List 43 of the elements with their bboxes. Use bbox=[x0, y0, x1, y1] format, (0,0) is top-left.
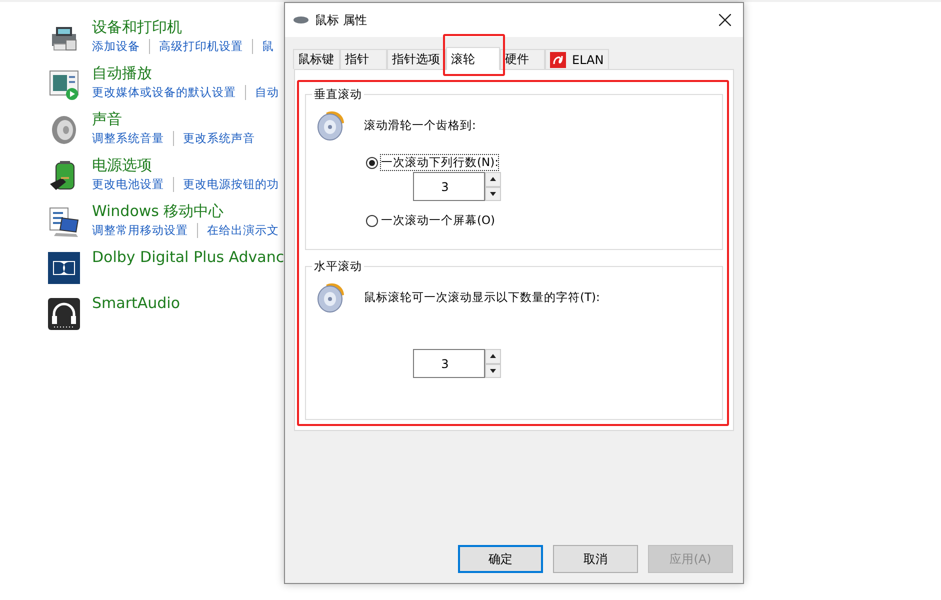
settings-link[interactable]: 更改系统声音 bbox=[173, 131, 264, 146]
group-heading: 垂直滚动 bbox=[312, 87, 364, 102]
tab[interactable]: 指针选项 bbox=[387, 49, 446, 69]
settings-link[interactable]: 调整常用移动设置 bbox=[92, 223, 197, 238]
mouse-icon bbox=[293, 16, 309, 24]
settings-link[interactable]: 调整系统音量 bbox=[92, 131, 173, 146]
category-title[interactable]: 声音 bbox=[92, 110, 264, 129]
prompt-text: 鼠标滚轮可一次滚动显示以下数量的字符(T): bbox=[364, 290, 600, 304]
tab[interactable]: 鼠标键 bbox=[293, 49, 340, 69]
tab[interactable]: 滚轮 bbox=[446, 47, 500, 70]
number-field[interactable]: 3 bbox=[413, 172, 485, 201]
autoplay-icon bbox=[48, 68, 80, 100]
category-title[interactable]: 电源选项 bbox=[92, 156, 284, 175]
category-title[interactable]: SmartAudio bbox=[92, 294, 180, 312]
group-heading: 水平滚动 bbox=[312, 259, 364, 274]
prompt-text: 滚动滑轮一个齿格到: bbox=[364, 118, 476, 132]
settings-link[interactable]: 更改媒体或设备的默认设置 bbox=[92, 85, 245, 100]
settings-link[interactable]: 添加设备 bbox=[92, 39, 149, 54]
spin-up-icon[interactable] bbox=[485, 172, 501, 186]
dialog-title: 鼠标 属性 bbox=[315, 12, 368, 28]
scroll-wheel-icon bbox=[316, 109, 346, 141]
settings-link[interactable]: 更改电池设置 bbox=[92, 177, 173, 192]
category-title[interactable]: 设备和打印机 bbox=[92, 18, 283, 37]
dialog-button[interactable]: 确定 bbox=[458, 545, 543, 573]
tab[interactable]: 指针 bbox=[340, 49, 387, 69]
dialog-button[interactable]: 取消 bbox=[553, 545, 638, 573]
number-field[interactable]: 3 bbox=[413, 349, 485, 378]
highlight-frame bbox=[443, 34, 505, 76]
radio-option[interactable]: 一次滚动下列行数(N): bbox=[366, 155, 712, 170]
settings-link[interactable]: 鼠 bbox=[252, 39, 283, 54]
scroll-wheel-icon bbox=[316, 281, 346, 313]
tab[interactable]: ELAN bbox=[545, 49, 609, 69]
category-title[interactable]: 自动播放 bbox=[92, 64, 284, 83]
tab[interactable]: 硬件 bbox=[500, 49, 545, 69]
category-title[interactable]: Dolby Digital Plus Advanc bbox=[92, 248, 284, 266]
laptop-icon bbox=[48, 206, 80, 238]
spin-down-icon[interactable] bbox=[485, 186, 501, 201]
radio-option[interactable]: 一次滚动一个屏幕(O) bbox=[366, 213, 712, 228]
category-title[interactable]: Windows 移动中心 bbox=[92, 202, 284, 221]
settings-link[interactable]: 高级打印机设置 bbox=[149, 39, 252, 54]
spin-down-icon[interactable] bbox=[485, 364, 501, 378]
spin-up-icon[interactable] bbox=[485, 349, 501, 364]
headphones-icon bbox=[48, 298, 80, 330]
